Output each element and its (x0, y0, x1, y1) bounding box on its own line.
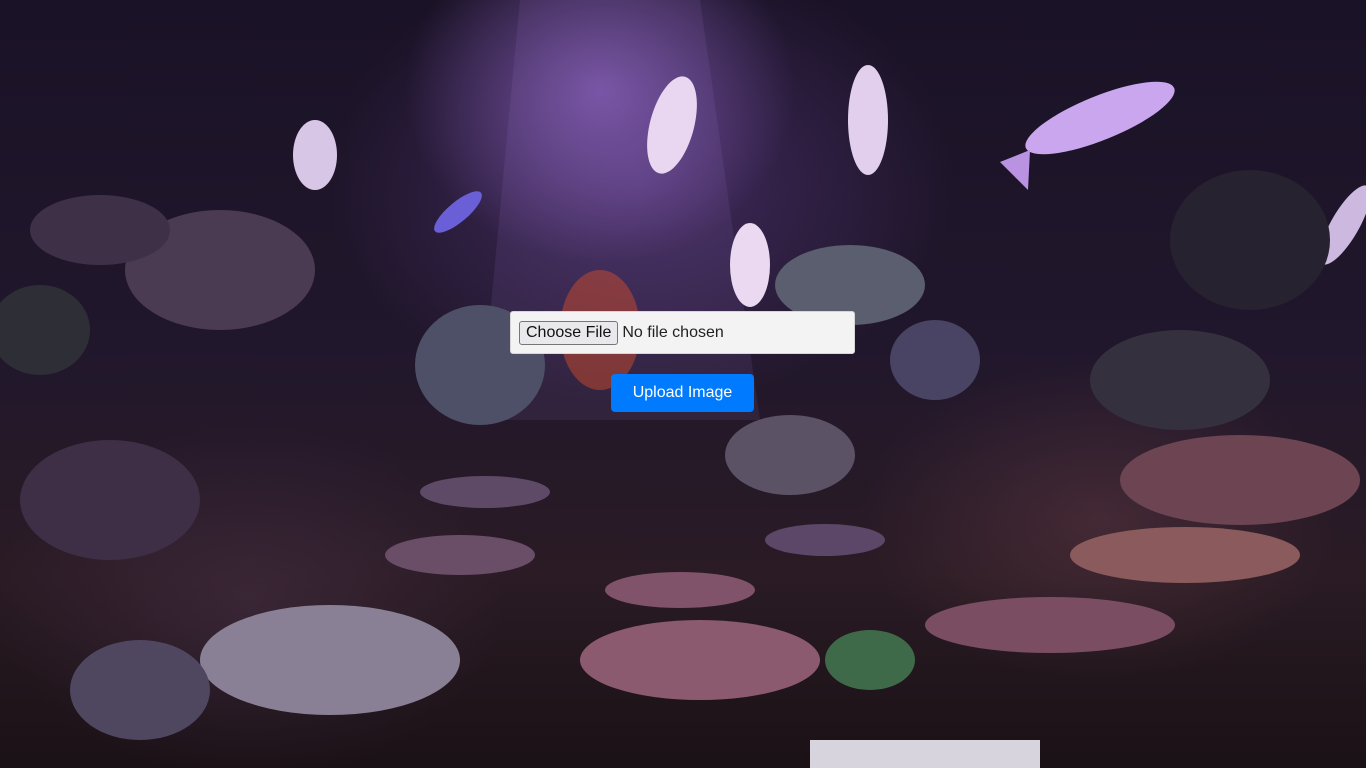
choose-file-button[interactable]: Choose File (519, 320, 619, 345)
file-input[interactable]: Choose File No file chosen (510, 311, 855, 354)
file-status-text: No file chosen (622, 323, 724, 341)
upload-image-button[interactable]: Upload Image (611, 374, 754, 412)
upload-form: Choose File No file chosen Upload Image (0, 0, 1366, 768)
